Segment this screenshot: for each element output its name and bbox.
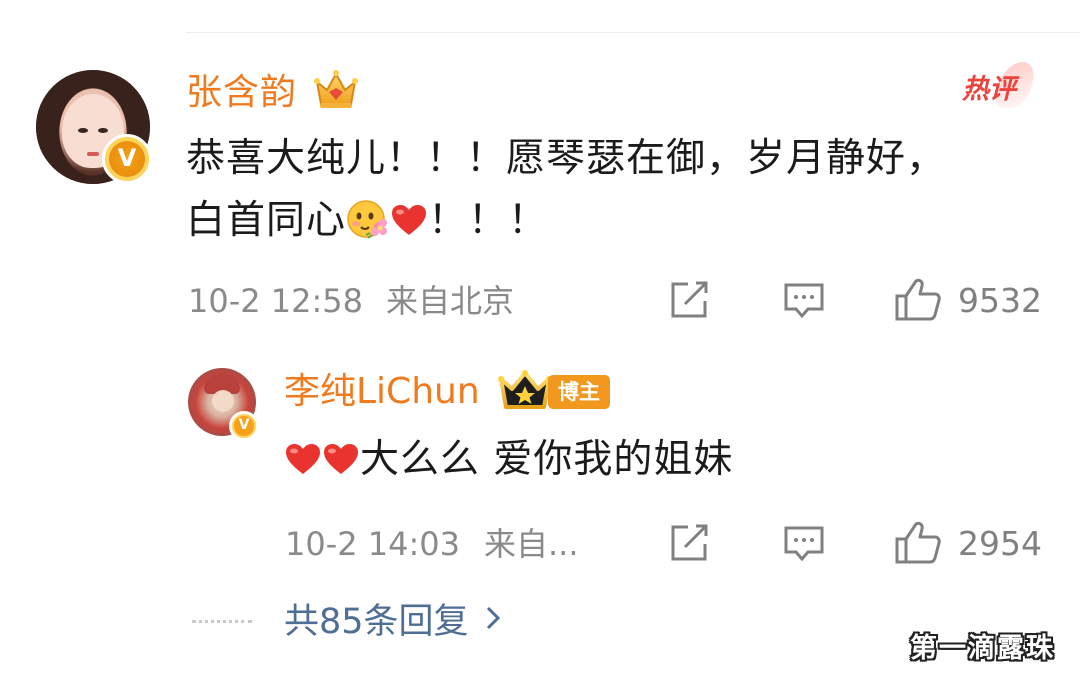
avatar-face xyxy=(212,390,234,412)
chevron-right-icon xyxy=(486,606,500,630)
more-replies-label: 共85条回复 xyxy=(284,602,469,642)
reply-text: 大么么 爱你我的姐妹 xyxy=(284,434,733,486)
comment-segment: 白首同心 xyxy=(186,198,347,243)
reply-location: 来自... xyxy=(484,525,579,563)
like-count: 2954 xyxy=(958,524,1042,563)
share-icon[interactable] xyxy=(668,522,712,564)
top-divider xyxy=(186,32,1080,33)
reply-divider-dots xyxy=(192,620,252,625)
member-crown-icon xyxy=(314,70,358,108)
reply-username[interactable]: 李纯LiChun xyxy=(284,368,480,416)
share-icon[interactable] xyxy=(668,279,712,321)
avatar-eye xyxy=(78,128,88,133)
comment-segment: ！！！ xyxy=(428,198,549,243)
comment-line: 恭喜大纯儿！！！愿琴瑟在御，岁月静好， xyxy=(186,136,947,181)
heart-icon xyxy=(324,444,358,474)
heart-icon xyxy=(392,205,427,235)
reply-text-content: 大么么 爱你我的姐妹 xyxy=(360,437,734,482)
reply-time: 10-2 14:03 xyxy=(285,525,461,563)
sticker-flower-face-icon xyxy=(347,200,388,239)
avatar-lip xyxy=(87,152,99,156)
heart-icon xyxy=(286,444,320,474)
author-badge: 博主 xyxy=(548,375,610,409)
comment-text: 恭喜大纯儿！！！愿琴瑟在御，岁月静好， 白首同心 ！！！ xyxy=(186,128,1046,252)
username[interactable]: 张含韵 xyxy=(186,68,297,118)
comment-line: 白首同心 ！！！ xyxy=(186,190,1046,252)
comment-location: 来自北京 xyxy=(386,282,515,320)
avatar-eye xyxy=(98,128,108,133)
vip-crown-icon xyxy=(498,370,552,409)
comment-icon[interactable] xyxy=(782,281,826,321)
verified-badge-icon: V xyxy=(229,411,259,441)
like-icon[interactable] xyxy=(894,520,942,564)
comment-time: 10-2 12:58 xyxy=(188,282,364,320)
comment-icon[interactable] xyxy=(782,524,826,564)
watermark: 第一滴露珠 xyxy=(910,633,1055,664)
like-icon[interactable] xyxy=(894,277,942,321)
more-replies-link[interactable]: 共85条回复 xyxy=(284,600,501,644)
like-count: 9532 xyxy=(958,281,1042,320)
verified-badge-icon: V xyxy=(102,134,152,184)
hot-comment-badge: 热评 xyxy=(962,62,1040,110)
hot-label: 热评 xyxy=(962,74,1016,105)
